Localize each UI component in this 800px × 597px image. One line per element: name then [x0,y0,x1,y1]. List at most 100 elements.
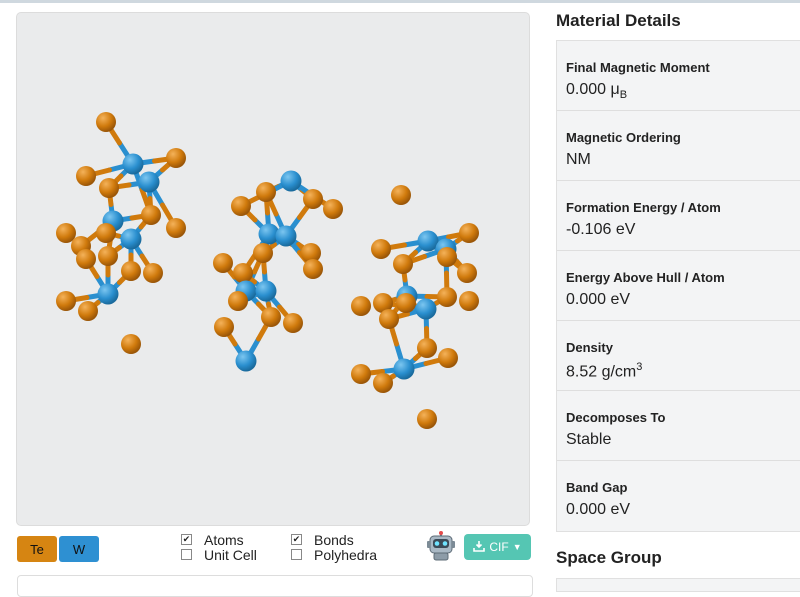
w-atom [393,358,415,380]
material-details-title: Material Details [556,11,681,30]
w-atom [138,171,160,193]
te-atom [303,259,323,279]
te-atom [437,287,457,307]
atoms-toggle[interactable]: ✔ Atoms [181,531,257,548]
unit-cell-checkbox[interactable] [181,549,192,560]
magnetic-ordering-row: Magnetic Ordering NM [557,111,800,181]
te-atom [166,148,186,168]
bonds-checkbox[interactable]: ✔ [291,534,302,545]
energy-above-hull-row: Energy Above Hull / Atom 0.000 eV [557,251,800,321]
te-atom [373,373,393,393]
magnetic-ordering-value: NM [566,151,591,168]
te-atom [417,409,437,429]
bonds-toggle[interactable]: ✔ Bonds [291,531,377,548]
export-cif-button[interactable]: CIF ▼ [464,534,531,560]
decomposes-to-label: Decomposes To [566,410,666,425]
decomposes-to-value: Stable [566,431,612,448]
te-atom [228,291,248,311]
w-atom [122,153,144,175]
formation-energy-label: Formation Energy / Atom [566,200,721,215]
density-row: Density 8.52 g/cm3 [557,321,800,391]
te-atom [213,253,233,273]
formation-energy-row: Formation Energy / Atom -0.106 eV [557,181,800,251]
legend-te[interactable]: Te [17,536,57,562]
top-divider [0,0,800,3]
te-atom [393,254,413,274]
te-atom [76,166,96,186]
element-legend: Te W [17,536,99,562]
te-atom [253,243,273,263]
caret-down-icon: ▼ [512,542,522,552]
te-atom [78,301,98,321]
robot-icon[interactable] [426,531,456,561]
w-atom [97,283,119,305]
unit-cell-label: Unit Cell [204,546,257,563]
download-icon [473,540,486,555]
w-atom [275,225,297,247]
final-magnetic-moment-value: 0.000 μB [566,81,628,102]
te-atom [459,223,479,243]
magnetic-ordering-label: Magnetic Ordering [566,130,681,145]
te-atom [121,334,141,354]
te-atom [166,218,186,238]
formation-energy-value: -0.106 eV [566,221,636,238]
te-atom [283,313,303,333]
te-atom [76,249,96,269]
te-atom [323,199,343,219]
polyhedra-toggle[interactable]: Polyhedra [291,546,378,563]
band-gap-label: Band Gap [566,480,628,495]
te-atom [303,189,323,209]
display-toggles-right: ✔ Bonds Polyhedra [291,531,378,563]
density-label: Density [566,340,613,355]
te-atom [459,291,479,311]
energy-above-hull-value: 0.000 eV [566,291,631,308]
band-gap-row: Band Gap 0.000 eV [557,461,800,531]
te-atom [256,182,276,202]
te-atom [214,317,234,337]
te-atom [379,309,399,329]
te-atom [261,307,281,327]
te-atom [457,263,477,283]
te-atom [437,247,457,267]
legend-te-label: Te [30,541,44,557]
te-atom [417,338,437,358]
bonds-label: Bonds [314,531,354,548]
te-atom [56,291,76,311]
te-atom [233,263,253,283]
final-magnetic-moment-row: Final Magnetic Moment 0.000 μB [557,41,800,111]
legend-w[interactable]: W [59,536,99,562]
unit-cell-toggle[interactable]: Unit Cell [181,546,257,563]
density-value: 8.52 g/cm3 [566,361,643,381]
te-atom [99,178,119,198]
polyhedra-label: Polyhedra [314,546,378,563]
polyhedra-checkbox[interactable] [291,549,302,560]
energy-above-hull-label: Energy Above Hull / Atom [566,270,725,285]
te-atom [143,263,163,283]
te-atom [396,293,416,313]
legend-w-label: W [72,541,86,557]
te-atom [98,246,118,266]
atoms-checkbox[interactable]: ✔ [181,534,192,545]
display-toggles-left: ✔ Atoms Unit Cell [181,531,257,563]
te-atom [438,348,458,368]
lower-card [17,575,533,597]
crystal-structure-canvas[interactable] [17,13,531,527]
structure-viewer[interactable] [16,12,530,526]
w-atom [415,298,437,320]
atoms-label: Atoms [204,531,244,548]
final-magnetic-moment-label: Final Magnetic Moment [566,60,710,75]
te-atom [371,239,391,259]
material-details-panel: Final Magnetic Moment 0.000 μB Magnetic … [556,40,800,532]
te-atom [96,223,116,243]
decomposes-to-row: Decomposes To Stable [557,391,800,461]
te-atom [351,296,371,316]
te-atom [391,185,411,205]
w-atom [235,350,257,372]
te-atom [231,196,251,216]
space-group-title: Space Group [556,548,662,567]
space-group-panel [556,578,800,592]
w-atom [417,230,439,252]
w-atom [255,280,277,302]
te-atom [96,112,116,132]
w-atom [280,170,302,192]
